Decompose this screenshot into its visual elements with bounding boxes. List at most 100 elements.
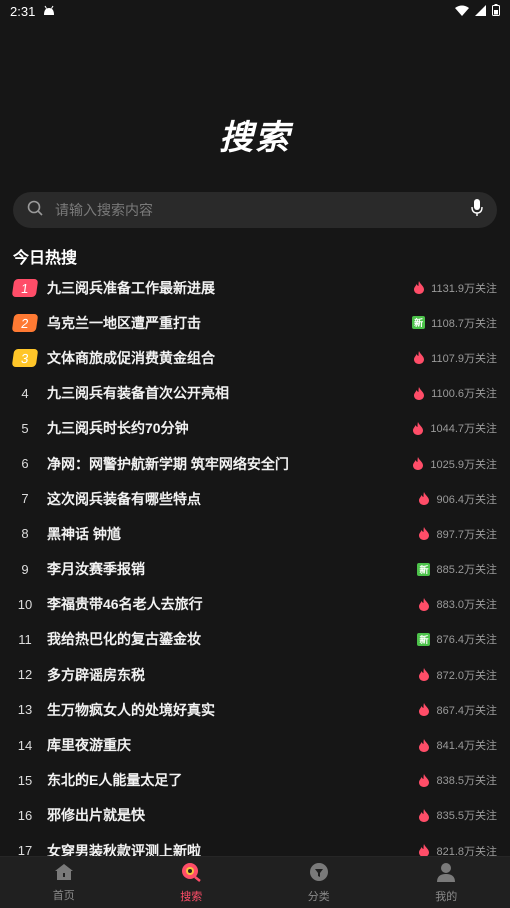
follow-count: 1100.6万关注	[431, 385, 497, 401]
rank-number: 7	[13, 490, 37, 508]
hot-item-title: 生万物疯女人的处境好真实	[47, 700, 418, 720]
rank-number: 2	[12, 314, 39, 332]
hot-search-item[interactable]: 8黑神话 钟馗897.7万关注	[13, 516, 497, 551]
battery-icon	[492, 4, 500, 19]
hot-item-title: 李月汝赛季报销	[47, 559, 417, 579]
page-title: 搜索	[0, 110, 510, 159]
hot-item-title: 乌克兰一地区遭严重打击	[47, 313, 412, 333]
hot-item-title: 这次阅兵装备有哪些特点	[47, 489, 418, 509]
flame-icon	[418, 492, 430, 505]
hot-item-meta: 841.4万关注	[418, 737, 497, 753]
hot-search-list: 1九三阅兵准备工作最新进展1131.9万关注2乌克兰一地区遭严重打击新1108.…	[13, 270, 497, 868]
hot-search-item[interactable]: 1 九三阅兵准备工作最新进展1131.9万关注	[13, 270, 497, 305]
hot-search-item[interactable]: 16 邪修出片就是快835.5万关注	[13, 798, 497, 833]
hot-item-meta: 872.0万关注	[418, 667, 497, 683]
follow-count: 906.4万关注	[436, 491, 497, 507]
tab-home[interactable]: 首页	[0, 857, 128, 908]
rank-number: 14	[13, 736, 37, 754]
tab-category[interactable]: 分类	[255, 857, 383, 908]
flame-icon	[418, 527, 430, 540]
follow-count: 867.4万关注	[436, 702, 497, 718]
hot-search-item[interactable]: 9 李月汝赛季报销新 885.2万关注	[13, 552, 497, 587]
hot-search-item[interactable]: 5 九三阅兵时长约70分钟 1044.7万关注	[13, 411, 497, 446]
rank-number: 5	[13, 419, 37, 437]
flame-icon	[418, 809, 430, 822]
android-icon	[43, 4, 55, 19]
flame-icon	[418, 739, 430, 752]
section-title: 今日热搜	[13, 244, 77, 268]
hot-item-meta: 1131.9万关注	[413, 280, 497, 296]
follow-count: 876.4万关注	[436, 631, 497, 647]
follow-count: 872.0万关注	[436, 667, 497, 683]
rank-number: 1	[12, 279, 39, 297]
flame-icon	[418, 668, 430, 681]
hot-item-title: 东北的E人能量太足了	[47, 770, 418, 790]
hot-item-title: 文体商旅成促消费黄金组合	[47, 348, 413, 368]
hot-search-item[interactable]: 4九三阅兵有装备首次公开亮相1100.6万关注	[13, 376, 497, 411]
follow-count: 897.7万关注	[436, 526, 497, 542]
hot-search-item[interactable]: 2 乌克兰一地区遭严重打击新1108.7万关注	[13, 305, 497, 340]
hot-item-title: 九三阅兵时长约70分钟	[47, 418, 412, 438]
tab-search[interactable]: 搜索	[128, 857, 256, 908]
hot-search-item[interactable]: 3文体商旅成促消费黄金组合1107.9万关注	[13, 340, 497, 375]
status-bar: 2:31	[0, 0, 510, 22]
rank-number: 10	[13, 595, 37, 613]
new-badge-icon: 新	[417, 563, 430, 576]
follow-count: 838.5万关注	[436, 772, 497, 788]
hot-search-item[interactable]: 6净网：网警护航新学期 筑牢网络安全门1025.9万关注	[13, 446, 497, 481]
microphone-icon[interactable]	[471, 199, 483, 222]
hot-search-item[interactable]: 7 这次阅兵装备有哪些特点 906.4万关注	[13, 481, 497, 516]
hot-item-title: 净网：网警护航新学期 筑牢网络安全门	[47, 454, 412, 474]
wifi-icon	[455, 4, 469, 19]
category-icon	[309, 862, 329, 885]
flame-icon	[418, 703, 430, 716]
flame-icon	[418, 774, 430, 787]
hot-item-meta: 新1108.7万关注	[412, 315, 497, 331]
new-badge-icon: 新	[417, 633, 430, 646]
rank-number: 16	[13, 806, 37, 824]
flame-icon	[412, 422, 424, 435]
follow-count: 1025.9万关注	[430, 456, 497, 472]
status-time: 2:31	[10, 4, 35, 19]
flame-icon	[413, 351, 425, 364]
search-bar[interactable]	[13, 192, 497, 228]
tab-label: 首页	[53, 887, 75, 903]
hot-item-meta: 1107.9万关注	[413, 350, 497, 366]
hot-search-item[interactable]: 13 生万物疯女人的处境好真实 867.4万关注	[13, 692, 497, 727]
rank-number: 12	[13, 666, 37, 684]
hot-search-item[interactable]: 14 库里夜游重庆841.4万关注	[13, 727, 497, 762]
home-icon	[54, 863, 74, 884]
rank-number: 9	[13, 560, 37, 578]
hot-item-meta: 838.5万关注	[418, 772, 497, 788]
hot-item-title: 多方辟谣房东税	[47, 665, 418, 685]
rank-number: 8	[13, 525, 37, 543]
hot-item-meta: 新 885.2万关注	[417, 561, 497, 577]
hot-item-meta: 1044.7万关注	[412, 420, 497, 436]
tab-label: 我的	[435, 888, 457, 904]
rank-number: 13	[13, 701, 37, 719]
hot-item-title: 邪修出片就是快	[47, 805, 418, 825]
hot-item-title: 库里夜游重庆	[47, 735, 418, 755]
hot-item-title: 九三阅兵有装备首次公开亮相	[47, 383, 413, 403]
profile-icon	[437, 862, 455, 885]
hot-item-meta: 835.5万关注	[418, 807, 497, 823]
rank-number: 15	[13, 771, 37, 789]
search-input[interactable]	[53, 201, 471, 219]
flame-icon	[418, 598, 430, 611]
hot-search-item[interactable]: 15 东北的E人能量太足了 838.5万关注	[13, 763, 497, 798]
follow-count: 1044.7万关注	[430, 420, 497, 436]
hot-search-item[interactable]: 10李福贵带46名老人去旅行883.0万关注	[13, 587, 497, 622]
hot-item-title: 九三阅兵准备工作最新进展	[47, 278, 413, 298]
follow-count: 1108.7万关注	[431, 315, 497, 331]
rank-number: 11	[13, 630, 37, 648]
hot-item-meta: 883.0万关注	[418, 596, 497, 612]
tab-label: 分类	[308, 888, 330, 904]
signal-icon	[475, 4, 486, 19]
flame-icon	[412, 457, 424, 470]
search-icon	[27, 200, 43, 221]
tab-profile[interactable]: 我的	[383, 857, 510, 908]
hot-search-item[interactable]: 12 多方辟谣房东税 872.0万关注	[13, 657, 497, 692]
hot-search-item[interactable]: 11我给热巴化的复古鎏金妆新876.4万关注	[13, 622, 497, 657]
hot-item-meta: 1025.9万关注	[412, 456, 497, 472]
follow-count: 885.2万关注	[436, 561, 497, 577]
